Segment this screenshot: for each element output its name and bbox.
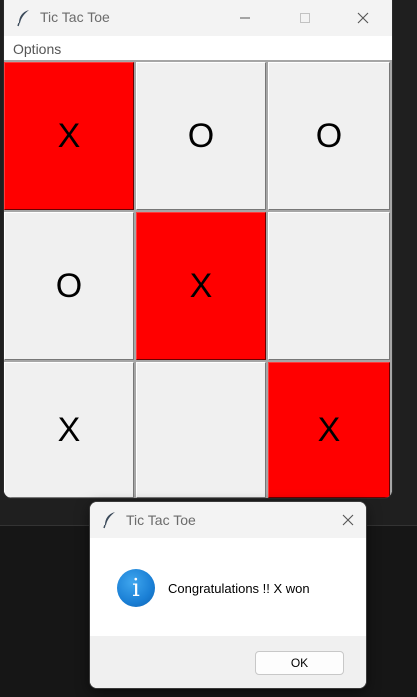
minimize-button[interactable]: [222, 0, 268, 36]
close-icon: [357, 12, 369, 24]
feather-app-icon: [16, 9, 32, 27]
board-cell-3[interactable]: O: [268, 62, 390, 210]
win-dialog: Tic Tac Toe i Congratulations !! X won O…: [90, 502, 366, 688]
board-cell-2[interactable]: O: [136, 62, 266, 210]
board-cell-9[interactable]: X: [268, 362, 390, 498]
board-cell-6[interactable]: [268, 212, 390, 360]
info-icon: i: [117, 569, 155, 607]
title-bar[interactable]: Tic Tac Toe: [4, 0, 392, 36]
dialog-title-bar[interactable]: Tic Tac Toe: [90, 502, 366, 538]
board-cell-4[interactable]: O: [4, 212, 134, 360]
dialog-title: Tic Tac Toe: [126, 512, 196, 528]
maximize-icon: [300, 13, 310, 23]
board-cell-7[interactable]: X: [4, 362, 134, 498]
close-icon: [342, 514, 354, 526]
board-cell-8[interactable]: [136, 362, 266, 498]
dialog-message: Congratulations !! X won: [168, 581, 310, 596]
main-window: Tic Tac Toe Options X O O O X X X: [4, 0, 392, 498]
maximize-button[interactable]: [282, 0, 328, 36]
board-cell-1[interactable]: X: [4, 62, 134, 210]
dialog-body: i Congratulations !! X won: [90, 538, 366, 636]
feather-app-icon: [102, 511, 118, 529]
board-cell-5[interactable]: X: [136, 212, 266, 360]
ok-button[interactable]: OK: [255, 651, 344, 675]
game-board: X O O O X X X: [4, 60, 392, 498]
menu-options[interactable]: Options: [13, 41, 61, 57]
dialog-close-button[interactable]: [330, 502, 366, 538]
menu-bar: Options: [4, 36, 392, 60]
close-button[interactable]: [340, 0, 386, 36]
dialog-footer: OK: [90, 636, 366, 688]
window-title: Tic Tac Toe: [40, 9, 110, 25]
minimize-icon: [240, 17, 250, 19]
